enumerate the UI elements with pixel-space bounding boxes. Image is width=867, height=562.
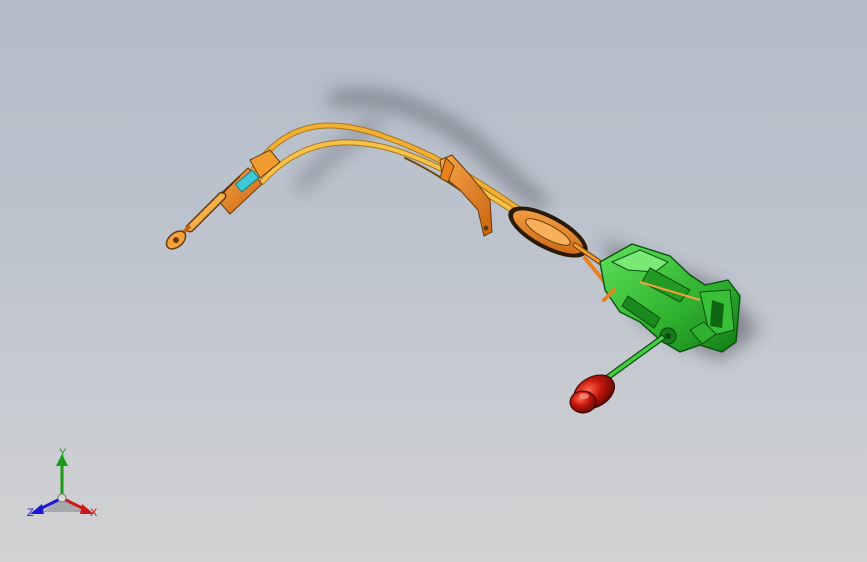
shift-cables: [249, 122, 538, 228]
shifter-cable-assembly-model[interactable]: [0, 0, 867, 562]
x-axis-label: X: [90, 507, 98, 519]
graphics-viewport[interactable]: Y X Z: [0, 0, 867, 562]
z-axis-label: Z: [27, 507, 34, 519]
shifter-housing: [599, 243, 741, 353]
mid-bracket: [439, 154, 493, 237]
y-axis-label: Y: [59, 447, 67, 459]
cable-end-fitting: [165, 149, 281, 250]
shift-lever: [601, 335, 665, 383]
coordinate-triad: Y X Z: [22, 446, 106, 522]
